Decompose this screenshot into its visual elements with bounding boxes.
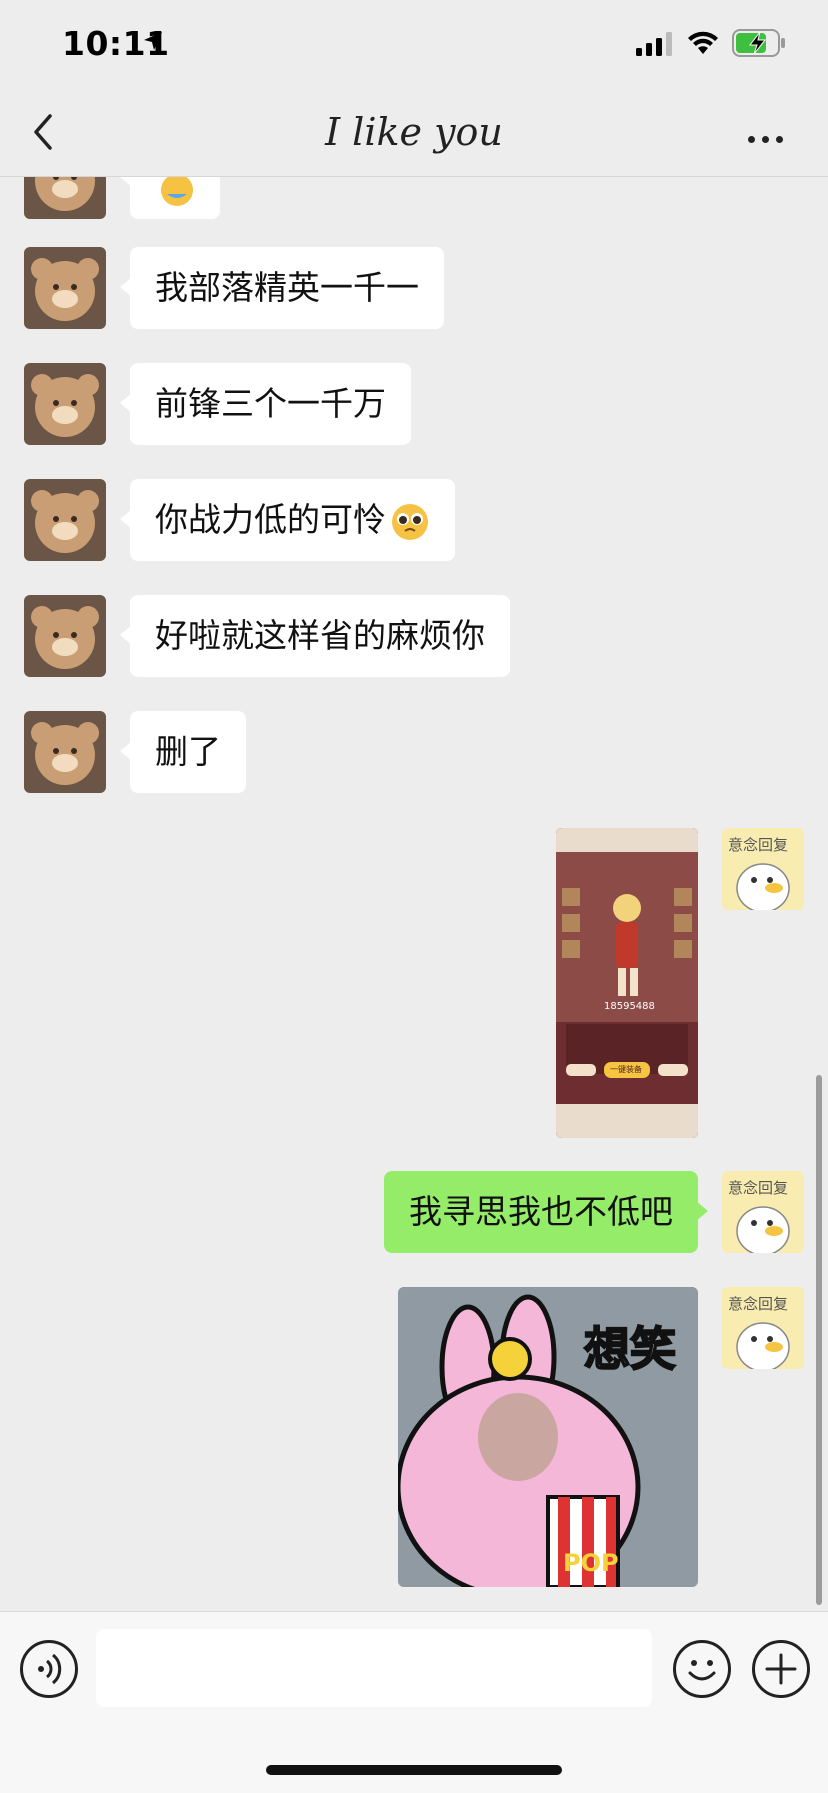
pleading-face-icon [392, 503, 428, 540]
location-arrow-icon [144, 32, 162, 50]
message-bubble[interactable] [120, 177, 220, 219]
input-bar [0, 1611, 828, 1793]
scrollbar[interactable] [816, 1075, 822, 1605]
sticker-pop-text: POP [563, 1549, 619, 1577]
message-bubble[interactable]: 前锋三个一千万 [120, 363, 411, 445]
contact-avatar[interactable] [24, 247, 106, 329]
home-indicator[interactable] [266, 1765, 562, 1775]
message-text: 你战力低的可怜 [155, 500, 386, 539]
contact-avatar[interactable] [24, 363, 106, 445]
cellular-signal-icon [636, 32, 672, 56]
own-avatar[interactable]: 意念回复 [722, 1287, 804, 1369]
message-bubble[interactable]: 我部落精英一千一 [120, 247, 444, 329]
message-bubble[interactable]: 好啦就这样省的麻烦你 [120, 595, 510, 677]
own-avatar[interactable]: 意念回复 [722, 828, 804, 910]
plus-circle-icon[interactable] [752, 1640, 810, 1698]
message-bubble[interactable]: 你战力低的可怜 [120, 479, 455, 561]
more-dots-icon[interactable] [748, 128, 792, 143]
message-list[interactable]: 我部落精英一千一 前锋三个一千万 你战力低的可怜 好啦就这样省的麻烦你 删了 1… [0, 177, 828, 1611]
own-avatar[interactable]: 意念回复 [722, 1171, 804, 1253]
equip-button-label: 一键装备 [610, 1065, 642, 1074]
message-input[interactable] [96, 1629, 652, 1707]
sticker-caption: 想笑 [583, 1321, 677, 1377]
power-value: 18595488 [604, 1001, 655, 1012]
chat-title: I like you [325, 110, 503, 154]
contact-avatar[interactable] [24, 595, 106, 677]
emoji-face-icon[interactable] [673, 1640, 731, 1698]
contact-avatar[interactable] [24, 177, 106, 219]
contact-avatar[interactable] [24, 711, 106, 793]
own-avatar-text: 意念回复 [728, 1179, 789, 1197]
sticker-message[interactable]: 想笑 POP [398, 1287, 698, 1587]
wifi-icon [688, 31, 718, 54]
chat-header: I like you [0, 88, 828, 177]
voice-icon[interactable] [20, 1640, 78, 1698]
battery-charging-icon [732, 29, 785, 57]
own-avatar-text: 意念回复 [728, 836, 789, 854]
image-message[interactable]: 18595488 一键装备 [556, 828, 698, 1138]
message-bubble[interactable]: 我寻思我也不低吧 [384, 1171, 708, 1253]
crying-emoji-icon [161, 177, 193, 206]
status-bar: 10:11 [0, 0, 828, 88]
own-avatar-text: 意念回复 [728, 1295, 789, 1313]
contact-avatar[interactable] [24, 479, 106, 561]
message-bubble[interactable]: 删了 [120, 711, 246, 793]
